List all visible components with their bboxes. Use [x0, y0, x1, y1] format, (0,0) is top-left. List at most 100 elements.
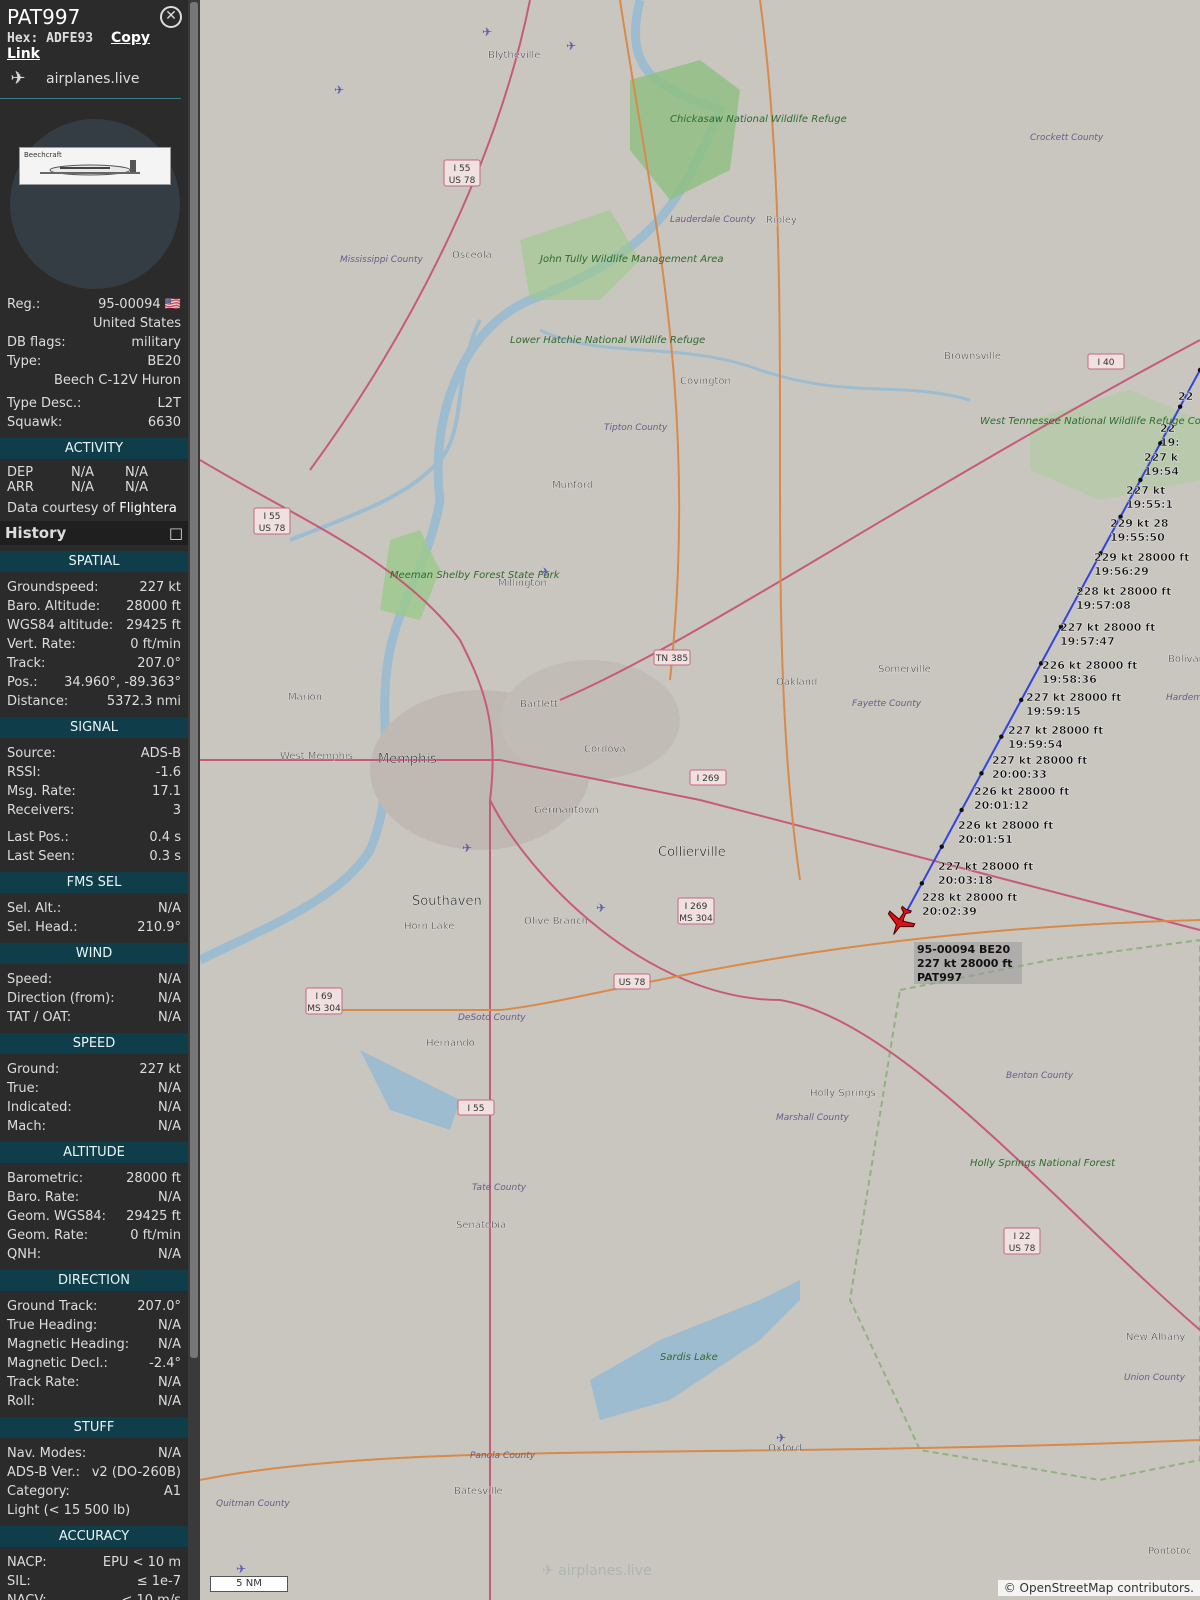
info-value: Beech C-12V Huron — [53, 373, 181, 388]
place-label: Holly Springs — [810, 1088, 876, 1099]
track-label-speed: 227 kt — [1126, 484, 1165, 497]
field-label: Baro. Altitude: — [7, 599, 101, 614]
county-label: Fayette County — [852, 699, 922, 709]
airport-icon: ✈ — [334, 83, 344, 97]
place-label: Ripley — [766, 215, 797, 226]
road-shield-label: I 55 — [468, 1104, 485, 1114]
aircraft-info-sidebar: PAT997 ✕ Hex: ADFE93 Copy Link ✈ airplan… — [0, 0, 188, 1600]
field-label: Mach: — [7, 1119, 46, 1134]
arr-value: N/A — [71, 480, 94, 495]
altitude-row: QNH: N/A — [0, 1245, 188, 1264]
road-shield-label: I 40 — [1098, 358, 1115, 368]
place-label: New Albany — [1126, 1332, 1185, 1343]
info-value: military — [131, 335, 181, 350]
field-value: -2.4° — [149, 1356, 181, 1371]
direction-row: True Heading: N/A — [0, 1316, 188, 1335]
sidebar-scrollbar-thumb[interactable] — [190, 2, 198, 1358]
direction-row: Roll: N/A — [0, 1392, 188, 1411]
field-value: 28000 ft — [126, 1171, 181, 1186]
accuracy-row: NACV: < 10 m/s — [0, 1591, 188, 1600]
map-attribution[interactable]: © OpenStreetMap contributors. — [997, 1580, 1200, 1596]
stuff-row: Nav. Modes: N/A — [0, 1444, 188, 1463]
info-row: Beech C-12V Huron — [0, 371, 188, 390]
aircraft-photo-area: Beechcraft — [0, 99, 188, 295]
fms-row: Sel. Alt.: N/A — [0, 899, 188, 918]
place-label: Batesville — [454, 1486, 503, 1497]
field-label: SIL: — [7, 1574, 31, 1589]
activity-arr-row: ARR N/A N/A — [0, 480, 188, 495]
field-label: Baro. Rate: — [7, 1190, 80, 1205]
field-value: N/A — [158, 1394, 181, 1409]
track-label-speed: 229 kt 28000 ft — [1094, 551, 1189, 564]
history-expand-icon[interactable]: □ — [169, 521, 183, 545]
road-shield: I 55 US 78 — [443, 159, 481, 187]
place-label: Blytheville — [488, 50, 540, 61]
accuracy-row: SIL: ≤ 1e-7 — [0, 1572, 188, 1591]
county-label: Mississippi County — [340, 255, 424, 265]
flightera-link[interactable]: Flightera — [119, 501, 177, 516]
track-label-speed: 227 kt 28000 ft — [938, 860, 1033, 873]
signal-row: Last Seen: 0.3 s — [0, 847, 188, 866]
road-shield: I 55 US 78 — [253, 507, 291, 535]
info-row: Squawk: 6630 — [0, 413, 188, 432]
section-header-stuff: STUFF — [0, 1417, 188, 1438]
place-label: Pontotoc — [1148, 1546, 1192, 1557]
county-label: Union County — [1124, 1373, 1186, 1383]
field-label: NACP: — [7, 1555, 47, 1570]
field-value: 29425 ft — [126, 1209, 181, 1224]
field-value: N/A — [158, 901, 181, 916]
field-value: N/A — [158, 1190, 181, 1205]
spatial-row: Pos.: 34.960°, -89.363° — [0, 673, 188, 692]
field-label: Barometric: — [7, 1171, 84, 1186]
activity-dep-row: DEP N/A N/A — [0, 465, 188, 480]
track-label-time: 19:59:54 — [1008, 738, 1063, 751]
track-label-time: 20:01:12 — [974, 799, 1029, 812]
close-icon[interactable]: ✕ — [160, 6, 182, 28]
stuff-extra: Light (< 15 500 lb) — [7, 1503, 131, 1518]
protected-area-label: Lower Hatchie National Wildlife Refuge — [510, 335, 705, 346]
courtesy-prefix: Data courtesy of — [7, 501, 120, 516]
field-value: 0 ft/min — [130, 1228, 181, 1243]
field-label: Indicated: — [7, 1100, 72, 1115]
place-label: Olive Branch — [524, 916, 588, 927]
place-label: Cordova — [584, 744, 626, 755]
field-label: Source: — [7, 746, 57, 761]
place-label: Somerville — [878, 664, 931, 675]
track-label-time: 19:54 — [1144, 465, 1179, 478]
protected-area-label: Sardis Lake — [660, 1352, 718, 1363]
field-label: Receivers: — [7, 803, 75, 818]
field-value: A1 — [163, 1484, 181, 1499]
field-label: Groundspeed: — [7, 580, 99, 595]
spatial-row: Vert. Rate: 0 ft/min — [0, 635, 188, 654]
field-value: 17.1 — [152, 784, 181, 799]
info-row: Type Desc.: L2T — [0, 394, 188, 413]
airport-icon: ✈ — [776, 1431, 786, 1445]
sidebar-header: PAT997 ✕ Hex: ADFE93 Copy Link ✈ airplan… — [0, 0, 188, 90]
place-label: Horn Lake — [404, 921, 454, 932]
airport-icon: ✈ — [596, 901, 606, 915]
protected-area-label: Holly Springs National Forest — [970, 1158, 1116, 1169]
field-label: Roll: — [7, 1394, 36, 1409]
road-shield: I 22 US 78 — [1003, 1227, 1041, 1255]
county-label: Panola County — [470, 1451, 536, 1461]
section-header-altitude: ALTITUDE — [0, 1142, 188, 1163]
track-point — [979, 771, 984, 776]
map-view[interactable]: 228 kt 28000 ft20:02:39227 kt 28000 ft20… — [200, 0, 1200, 1600]
airport-icon: ✈ — [482, 25, 492, 39]
field-value: N/A — [158, 1100, 181, 1115]
field-value: 29425 ft — [126, 618, 181, 633]
county-label: Quitman County — [216, 1499, 290, 1509]
field-label: Magnetic Decl.: — [7, 1356, 108, 1371]
history-toggle[interactable]: History □ — [0, 521, 188, 545]
section-header-signal: SIGNAL — [0, 717, 188, 738]
aircraft-label-speed: 227 kt 28000 ft — [917, 957, 1012, 970]
place-label: Osceola — [452, 250, 492, 261]
info-row: DB flags: military — [0, 333, 188, 352]
track-label-time: 19:57:08 — [1076, 599, 1131, 612]
brand-link[interactable]: ✈ airplanes.live — [7, 68, 181, 90]
aircraft-photo[interactable]: Beechcraft — [19, 147, 171, 185]
place-label: Brownsville — [944, 351, 1001, 362]
airplanes-live-logo-icon: ✈ — [10, 68, 26, 89]
county-label: Lauderdale County — [670, 215, 756, 225]
signal-row: Last Pos.: 0.4 s — [0, 828, 188, 847]
